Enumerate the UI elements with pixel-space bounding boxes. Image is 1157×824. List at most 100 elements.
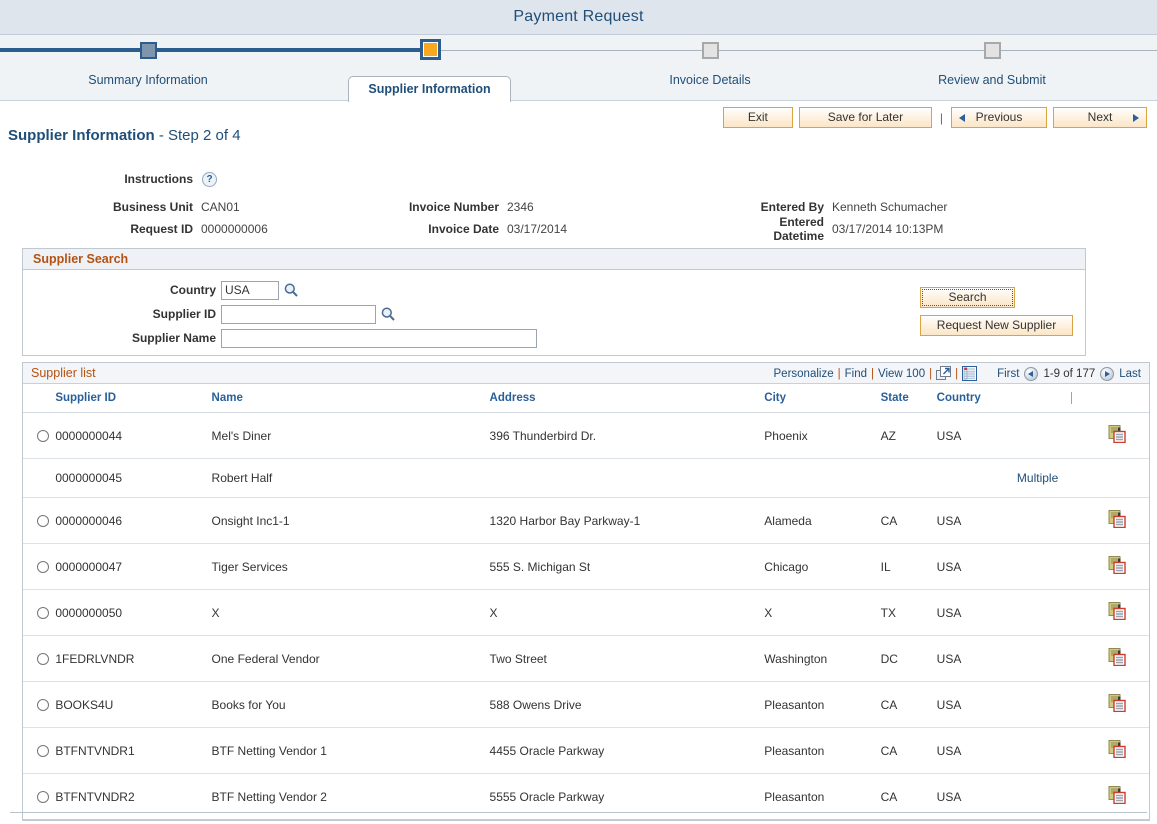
chevron-left-icon — [959, 114, 965, 122]
request-new-supplier-button[interactable]: Request New Supplier — [920, 315, 1073, 336]
supplier-select-radio[interactable] — [37, 653, 49, 665]
supplier-detail-icon[interactable] — [1108, 648, 1126, 669]
last-page-link[interactable]: Last — [1119, 368, 1141, 380]
supplier-list-title: Supplier list — [31, 366, 96, 380]
column-select — [23, 384, 55, 413]
cell-state: IL — [881, 544, 937, 590]
cell-name: Books for You — [212, 682, 490, 728]
country-input[interactable] — [221, 281, 279, 300]
next-button-label: Next — [1088, 110, 1113, 124]
cell-city: Alameda — [764, 498, 880, 544]
cell-state: TX — [881, 590, 937, 636]
cell-divider — [1071, 682, 1084, 728]
supplier-detail-icon — [1108, 510, 1126, 528]
step-supplier-information[interactable] — [320, 35, 540, 60]
cell-action — [1084, 728, 1149, 774]
supplier-detail-icon — [1108, 648, 1126, 666]
row-select-cell — [23, 459, 55, 498]
supplier-detail-icon[interactable] — [1108, 602, 1126, 623]
next-page-icon[interactable] — [1100, 367, 1114, 381]
step-label: Summary Information — [38, 73, 258, 87]
supplier-detail-icon[interactable] — [1108, 425, 1126, 446]
cell-address: X — [490, 590, 765, 636]
supplier-select-radio[interactable] — [37, 430, 49, 442]
cell-state: CA — [881, 728, 937, 774]
supplier-select-radio[interactable] — [37, 515, 49, 527]
active-step-tab[interactable]: Supplier Information — [348, 76, 511, 102]
table-row: 0000000046Onsight Inc1-11320 Harbor Bay … — [23, 498, 1149, 544]
search-button[interactable]: Search — [920, 287, 1015, 308]
download-to-spreadsheet-icon[interactable] — [962, 366, 977, 381]
request-id-label: Request ID — [0, 222, 193, 236]
column-state[interactable]: State — [881, 384, 937, 413]
cell-address: 1320 Harbor Bay Parkway-1 — [490, 498, 765, 544]
cell-supplier-id: 0000000047 — [55, 544, 211, 590]
cell-address: 4455 Oracle Parkway — [490, 728, 765, 774]
view-100-link[interactable]: View 100 — [878, 368, 925, 380]
supplier-list-header: Supplier list Personalize | Find | View … — [23, 363, 1149, 384]
table-header-row: Supplier ID Name Address City State Coun… — [23, 384, 1149, 413]
previous-button[interactable]: Previous — [951, 107, 1047, 128]
supplier-detail-icon — [1108, 602, 1126, 620]
country-lookup-icon[interactable] — [283, 282, 299, 298]
save-for-later-button[interactable]: Save for Later — [799, 107, 932, 128]
supplier-name-input[interactable] — [221, 329, 537, 348]
supplier-search-panel: Supplier Search Country Supplier ID — [22, 248, 1086, 356]
supplier-detail-icon[interactable] — [1108, 740, 1126, 761]
supplier-select-radio[interactable] — [37, 607, 49, 619]
cell-name: One Federal Vendor — [212, 636, 490, 682]
supplier-detail-icon — [1108, 694, 1126, 712]
supplier-select-radio[interactable] — [37, 791, 49, 803]
column-divider — [1071, 384, 1084, 413]
cell-name: Mel's Diner — [212, 413, 490, 459]
cell-supplier-id: 0000000050 — [55, 590, 211, 636]
expand-grid-icon[interactable] — [936, 366, 951, 381]
supplier-select-radio[interactable] — [37, 745, 49, 757]
step-marker-todo-icon — [702, 42, 719, 59]
supplier-detail-icon[interactable] — [1108, 694, 1126, 715]
cell-action — [1084, 459, 1149, 498]
row-select-cell — [23, 590, 55, 636]
multiple-addresses-link[interactable]: Multiple — [1017, 471, 1058, 485]
supplier-detail-icon[interactable] — [1108, 556, 1126, 577]
supplier-table: Supplier ID Name Address City State Coun… — [23, 384, 1149, 820]
invoice-number-label: Invoice Number — [403, 200, 499, 214]
cell-supplier-id: 0000000045 — [55, 459, 211, 498]
find-link[interactable]: Find — [845, 368, 867, 380]
request-info-section: Instructions ? Business Unit CAN01 Invoi… — [0, 168, 1157, 240]
supplier-detail-icon — [1108, 786, 1126, 804]
supplier-id-lookup-icon[interactable] — [380, 306, 396, 322]
help-icon[interactable]: ? — [202, 172, 217, 187]
cell-address: 588 Owens Drive — [490, 682, 765, 728]
cell-divider — [1071, 728, 1084, 774]
table-row: BOOKS4UBooks for You588 Owens DrivePleas… — [23, 682, 1149, 728]
step-marker-done-icon — [140, 42, 157, 59]
supplier-select-radio[interactable] — [37, 561, 49, 573]
step-marker-todo-icon — [984, 42, 1001, 59]
cell-state: DC — [881, 636, 937, 682]
cell-country: USA — [937, 413, 1072, 459]
next-button[interactable]: Next — [1053, 107, 1147, 128]
column-city[interactable]: City — [764, 384, 880, 413]
personalize-link[interactable]: Personalize — [774, 368, 834, 380]
supplier-detail-icon[interactable] — [1108, 510, 1126, 531]
supplier-detail-icon[interactable] — [1108, 786, 1126, 807]
cell-name: Tiger Services — [212, 544, 490, 590]
supplier-select-radio[interactable] — [37, 699, 49, 711]
entered-by-value: Kenneth Schumacher — [824, 200, 947, 214]
column-country[interactable]: Country — [937, 384, 1072, 413]
step-review-and-submit[interactable]: Review and Submit — [882, 35, 1102, 87]
row-select-cell — [23, 728, 55, 774]
previous-page-icon[interactable] — [1024, 367, 1038, 381]
invoice-date-label: Invoice Date — [403, 222, 499, 236]
exit-button[interactable]: Exit — [723, 107, 793, 128]
step-summary-information[interactable]: Summary Information — [38, 35, 258, 87]
step-invoice-details[interactable]: Invoice Details — [600, 35, 820, 87]
column-supplier-id[interactable]: Supplier ID — [55, 384, 211, 413]
supplier-id-input[interactable] — [221, 305, 376, 324]
first-page-link[interactable]: First — [997, 368, 1019, 380]
column-name[interactable]: Name — [212, 384, 490, 413]
invoice-number-value: 2346 — [499, 200, 744, 214]
column-address[interactable]: Address — [490, 384, 765, 413]
cell-city: X — [764, 590, 880, 636]
